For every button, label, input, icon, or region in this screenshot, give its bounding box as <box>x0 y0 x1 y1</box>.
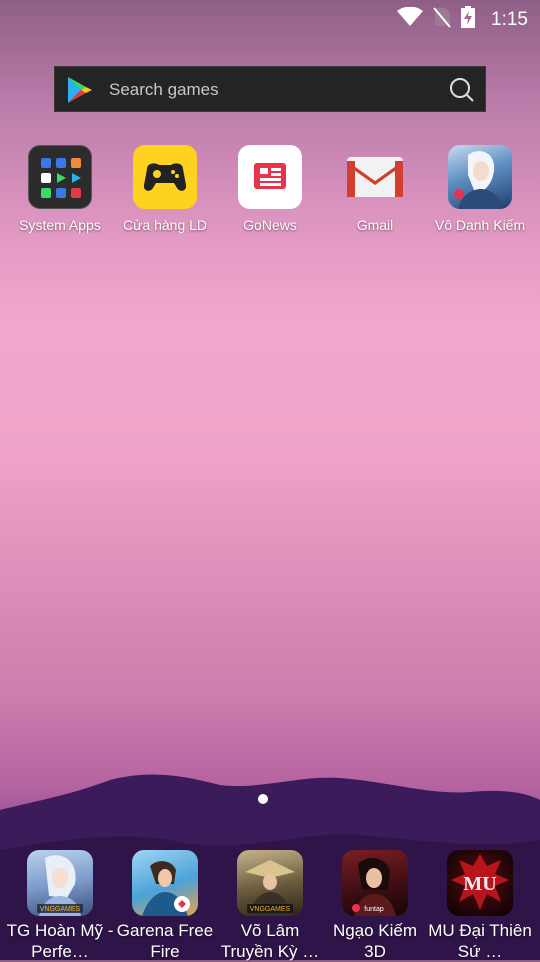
app-label: System Apps <box>19 217 101 233</box>
mu-logo-text: MU <box>463 873 496 895</box>
app-label: Ngạo Kiếm 3D <box>332 921 418 961</box>
app-system-apps[interactable]: System Apps <box>6 145 114 233</box>
game-character-icon: VNGGAMES <box>27 850 93 916</box>
app-label: TG Hoàn Mỹ - Perfe… <box>6 921 114 961</box>
gmail-icon <box>343 145 407 209</box>
vng-logo: VNGGAMES <box>40 906 81 913</box>
game-character-icon <box>448 145 512 209</box>
no-sim-icon <box>433 6 451 33</box>
gamepad-icon <box>133 145 197 209</box>
battery-charging-icon <box>461 6 476 33</box>
vng-logo: VNGGAMES <box>250 906 291 913</box>
app-label: MU Đại Thiên Sứ … <box>428 921 532 961</box>
status-bar: 1:15 <box>0 0 540 36</box>
search-placeholder: Search games <box>109 80 219 99</box>
game-character-icon: funtap <box>342 850 408 916</box>
search-games-bar[interactable]: Search games <box>54 66 486 112</box>
app-label: Garena Free Fire <box>116 921 214 961</box>
wifi-icon <box>397 6 424 32</box>
app-mu-dai-thien-su[interactable]: MU MU Đại Thiên Sứ … <box>426 850 534 962</box>
app-label: GoNews <box>243 217 297 233</box>
app-label: Gmail <box>356 217 394 233</box>
app-tg-hoan-my[interactable]: VNGGAMES TG Hoàn Mỹ - Perfe… <box>6 850 114 962</box>
clock: 1:15 <box>491 8 528 30</box>
app-cua-hang-ld[interactable]: Cửa hàng LD <box>111 145 219 233</box>
app-vo-lam-truyen-ky[interactable]: VNGGAMES Võ Lâm Truyền Kỳ … <box>216 850 324 962</box>
app-label: Võ Lâm Truyền Kỳ … <box>220 921 320 961</box>
app-ngao-kiem-3d[interactable]: funtap Ngạo Kiếm 3D <box>321 850 429 962</box>
news-icon <box>238 145 302 209</box>
app-vo-danh-kiem[interactable]: Vô Danh Kiếm <box>426 145 534 233</box>
search-icon[interactable] <box>449 77 475 108</box>
play-store-icon <box>67 76 93 109</box>
app-label: Cửa hàng LD <box>122 217 208 233</box>
game-character-icon: VNGGAMES <box>237 850 303 916</box>
app-gmail[interactable]: Gmail <box>321 145 429 233</box>
game-character-icon <box>132 850 198 916</box>
page-indicator-dot <box>258 794 268 804</box>
app-label: Vô Danh Kiếm <box>434 217 526 233</box>
folder-icon <box>28 145 92 209</box>
funtap-logo: funtap <box>364 906 384 913</box>
app-gonews[interactable]: GoNews <box>216 145 324 233</box>
game-logo-icon: MU <box>447 850 513 916</box>
app-garena-free-fire[interactable]: Garena Free Fire <box>111 850 219 962</box>
